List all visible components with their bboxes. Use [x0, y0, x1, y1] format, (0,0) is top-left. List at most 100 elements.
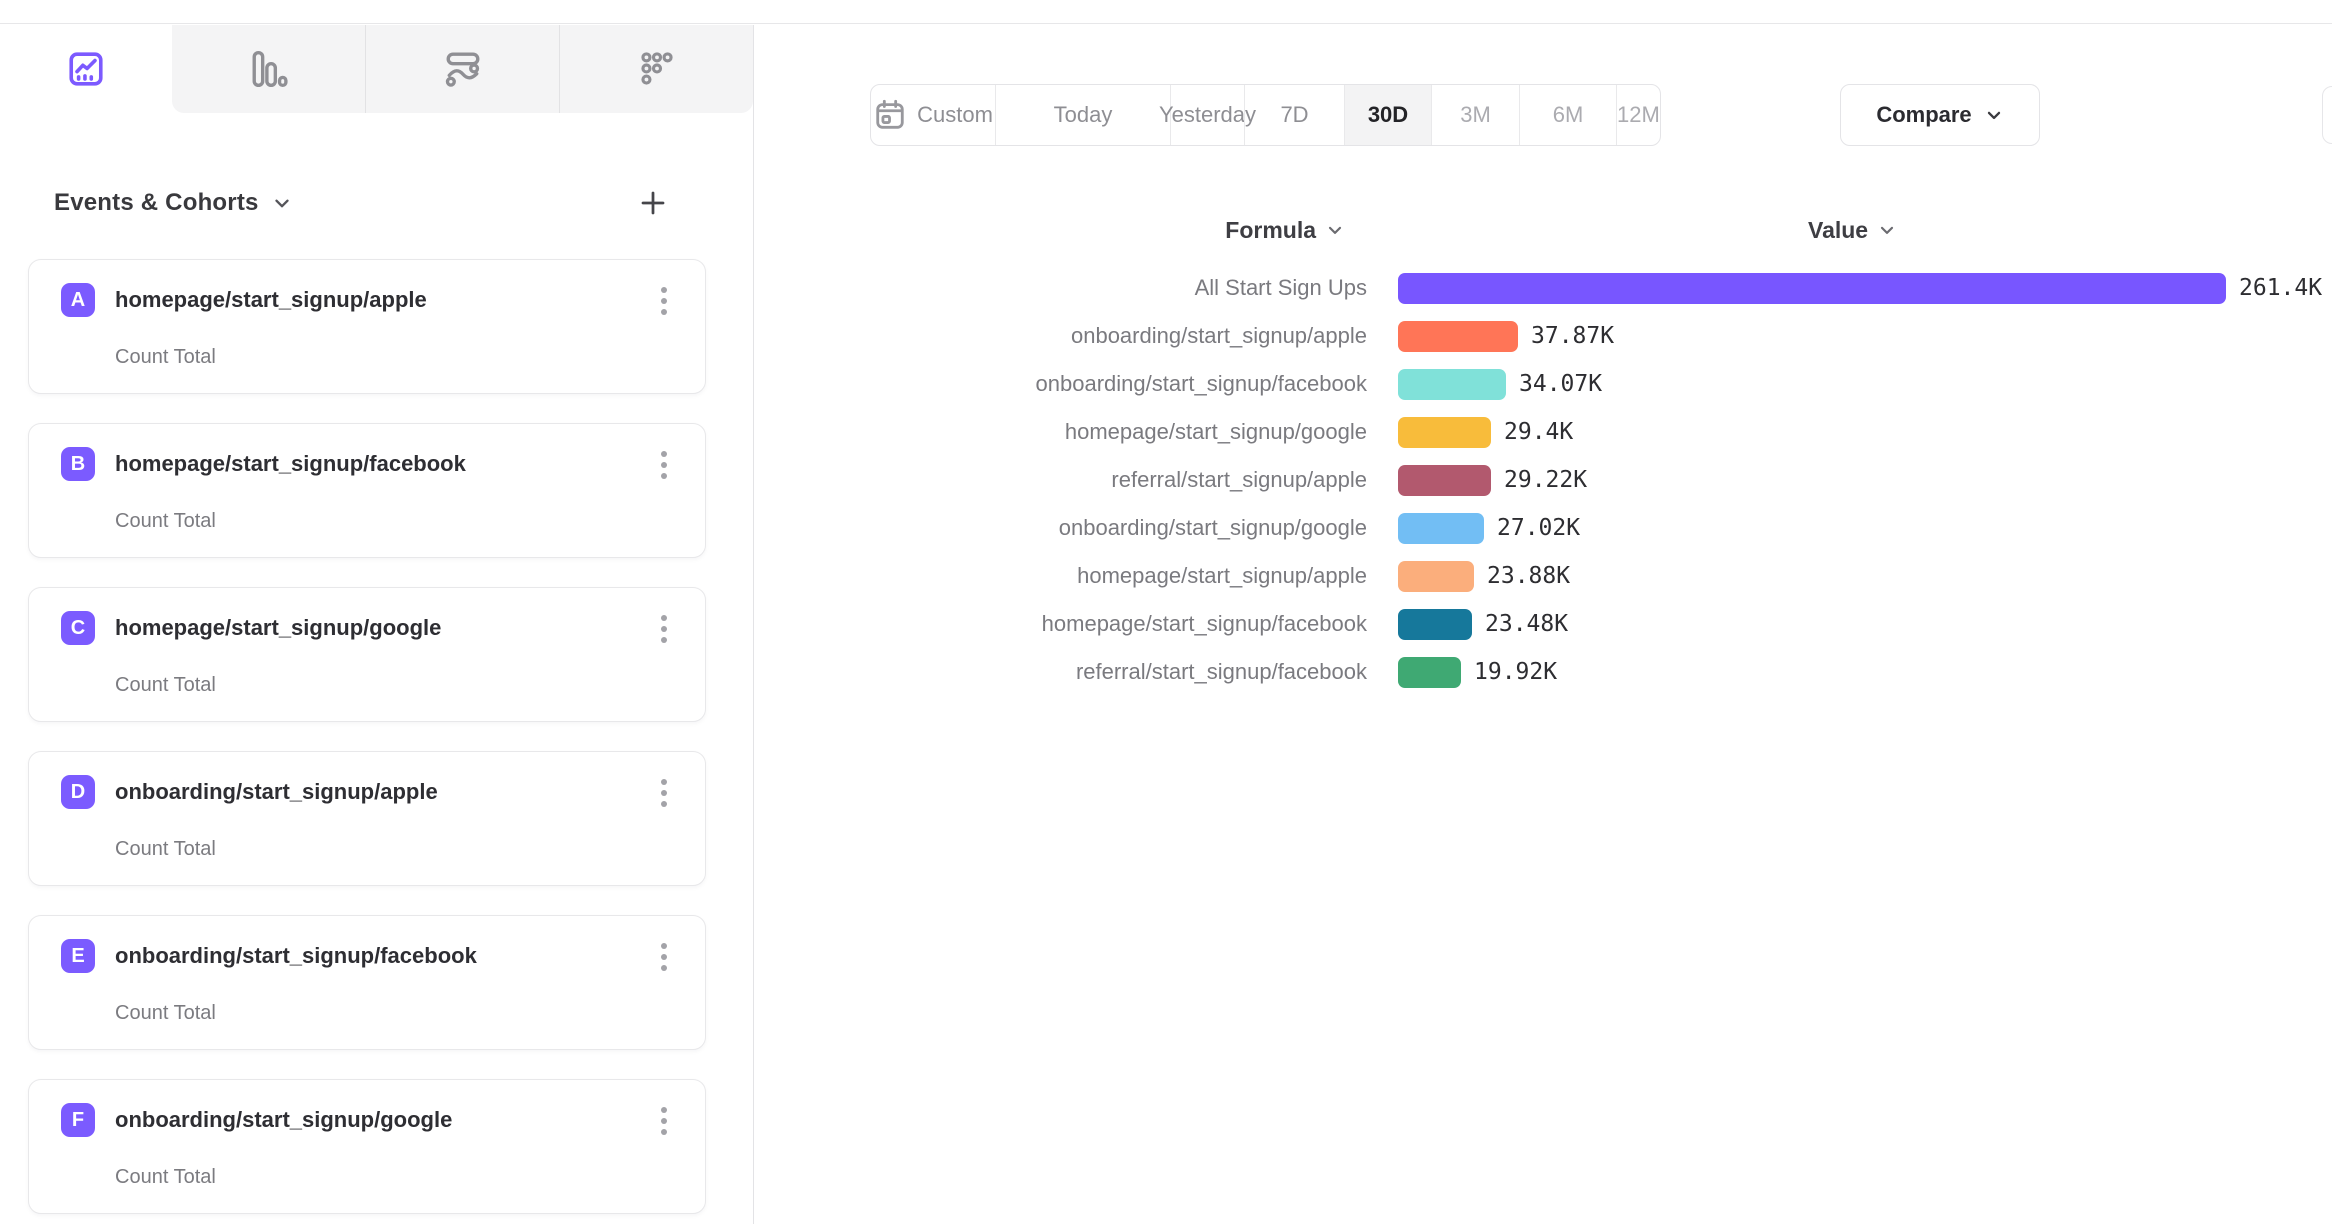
- retention-dots-icon: [638, 50, 676, 88]
- series-value: 23.88K: [1487, 563, 1570, 589]
- chart-row: homepage/start_signup/apple 23.88K: [754, 552, 2332, 600]
- date-range-segment[interactable]: 12M: [1616, 85, 1660, 145]
- date-range-segment[interactable]: Today: [995, 85, 1170, 145]
- chart-column-headers: Formula Value: [754, 206, 2332, 254]
- chevron-down-icon: [1877, 220, 1897, 240]
- date-range-label: 12M: [1617, 102, 1660, 128]
- date-range-segment[interactable]: Custom: [871, 85, 995, 145]
- date-range-label: 7D: [1280, 102, 1308, 128]
- kebab-menu-icon[interactable]: [651, 940, 677, 974]
- event-name: onboarding/start_signup/google: [115, 1107, 452, 1133]
- chevron-down-icon[interactable]: [271, 192, 293, 214]
- series-label: referral/start_signup/facebook: [754, 659, 1367, 685]
- series-label: onboarding/start_signup/facebook: [754, 371, 1367, 397]
- kebab-menu-icon[interactable]: [651, 448, 677, 482]
- event-card[interactable]: B homepage/start_signup/facebook Count T…: [28, 423, 706, 558]
- series-label: onboarding/start_signup/apple: [754, 323, 1367, 349]
- series-bar[interactable]: [1398, 561, 1474, 592]
- event-metric: Count Total: [115, 1002, 216, 1025]
- date-range-segment[interactable]: 30D: [1344, 85, 1431, 145]
- series-value: 29.4K: [1504, 419, 1573, 445]
- event-card[interactable]: C homepage/start_signup/google Count Tot…: [28, 587, 706, 722]
- series-label: homepage/start_signup/google: [754, 419, 1367, 445]
- chevron-down-icon: [1325, 220, 1345, 240]
- toolbar: Custom Today Yesterday 7D: [754, 25, 2332, 165]
- bar-chart: Formula Value All Start Sign Ups 26: [754, 206, 2332, 696]
- date-range-segment[interactable]: Yesterday: [1170, 85, 1244, 145]
- tab-funnels[interactable]: [172, 25, 365, 113]
- kebab-menu-icon[interactable]: [651, 1104, 677, 1138]
- series-label: All Start Sign Ups: [754, 275, 1367, 301]
- chart-row: homepage/start_signup/facebook 23.48K: [754, 600, 2332, 648]
- chart-rows: All Start Sign Ups 261.4K onboarding/sta…: [754, 264, 2332, 696]
- event-letter-badge: F: [61, 1103, 95, 1137]
- chart-row: onboarding/start_signup/facebook 34.07K: [754, 360, 2332, 408]
- kebab-menu-icon[interactable]: [651, 776, 677, 810]
- date-range-label: Today: [1054, 102, 1113, 128]
- event-metric: Count Total: [115, 838, 216, 861]
- event-card[interactable]: D onboarding/start_signup/apple Count To…: [28, 751, 706, 886]
- event-name: homepage/start_signup/google: [115, 615, 441, 641]
- series-bar[interactable]: [1398, 609, 1472, 640]
- event-metric: Count Total: [115, 510, 216, 533]
- date-range-label: Custom: [917, 102, 993, 128]
- series-value: 27.02K: [1497, 515, 1580, 541]
- series-label: homepage/start_signup/apple: [754, 563, 1367, 589]
- add-event-button[interactable]: [638, 188, 668, 218]
- event-letter-badge: B: [61, 447, 95, 481]
- calendar-icon: [873, 98, 907, 132]
- series-label: referral/start_signup/apple: [754, 467, 1367, 493]
- date-range-segment[interactable]: 7D: [1244, 85, 1344, 145]
- chart-row: onboarding/start_signup/google 27.02K: [754, 504, 2332, 552]
- date-range-control: Custom Today Yesterday 7D: [870, 84, 1661, 146]
- value-header-label: Value: [1808, 217, 1868, 244]
- event-letter-badge: A: [61, 283, 95, 317]
- series-label: onboarding/start_signup/google: [754, 515, 1367, 541]
- series-bar[interactable]: [1398, 273, 2226, 304]
- kebab-menu-icon[interactable]: [651, 612, 677, 646]
- event-name: homepage/start_signup/facebook: [115, 451, 466, 477]
- event-metric: Count Total: [115, 1166, 216, 1189]
- event-card[interactable]: A homepage/start_signup/apple Count Tota…: [28, 259, 706, 394]
- date-range-segment[interactable]: 3M: [1431, 85, 1519, 145]
- line-chart-icon: [67, 50, 105, 88]
- bar-chart-icon: [250, 50, 288, 88]
- compare-button[interactable]: Compare: [1840, 84, 2040, 146]
- report-type-tabbar: [0, 25, 753, 113]
- date-range-segment[interactable]: 6M: [1519, 85, 1616, 145]
- event-name: onboarding/start_signup/facebook: [115, 943, 477, 969]
- series-bar[interactable]: [1398, 513, 1484, 544]
- formula-column-header[interactable]: Formula: [754, 217, 1367, 244]
- chevron-down-icon: [1984, 105, 2004, 125]
- chart-row: onboarding/start_signup/apple 37.87K: [754, 312, 2332, 360]
- clipped-edge-button[interactable]: [2322, 86, 2332, 144]
- event-letter-badge: E: [61, 939, 95, 973]
- events-cohorts-header: Events & Cohorts: [0, 179, 706, 227]
- main-panel: Custom Today Yesterday 7D: [754, 25, 2332, 1224]
- event-card[interactable]: E onboarding/start_signup/facebook Count…: [28, 915, 706, 1050]
- chart-row: homepage/start_signup/google 29.4K: [754, 408, 2332, 456]
- value-column-header[interactable]: Value: [1808, 217, 1897, 244]
- series-bar[interactable]: [1398, 321, 1518, 352]
- event-list: A homepage/start_signup/apple Count Tota…: [28, 259, 706, 1214]
- chart-row: referral/start_signup/facebook 19.92K: [754, 648, 2332, 696]
- event-metric: Count Total: [115, 674, 216, 697]
- date-range-label: 30D: [1368, 102, 1408, 128]
- top-strip: [0, 0, 2332, 24]
- chart-row: All Start Sign Ups 261.4K: [754, 264, 2332, 312]
- series-bar[interactable]: [1398, 369, 1506, 400]
- formula-header-label: Formula: [1225, 217, 1316, 244]
- kebab-menu-icon[interactable]: [651, 284, 677, 318]
- tab-flows[interactable]: [365, 25, 559, 113]
- sidebar: Events & Cohorts A homepage/start_signup…: [0, 25, 754, 1224]
- tab-retention[interactable]: [559, 25, 753, 113]
- series-bar[interactable]: [1398, 657, 1461, 688]
- chart-row: referral/start_signup/apple 29.22K: [754, 456, 2332, 504]
- series-value: 261.4K: [2239, 275, 2322, 301]
- event-name: onboarding/start_signup/apple: [115, 779, 438, 805]
- event-card[interactable]: F onboarding/start_signup/google Count T…: [28, 1079, 706, 1214]
- tab-insights[interactable]: [0, 25, 172, 113]
- series-bar[interactable]: [1398, 417, 1491, 448]
- events-cohorts-title: Events & Cohorts: [54, 189, 259, 217]
- series-bar[interactable]: [1398, 465, 1491, 496]
